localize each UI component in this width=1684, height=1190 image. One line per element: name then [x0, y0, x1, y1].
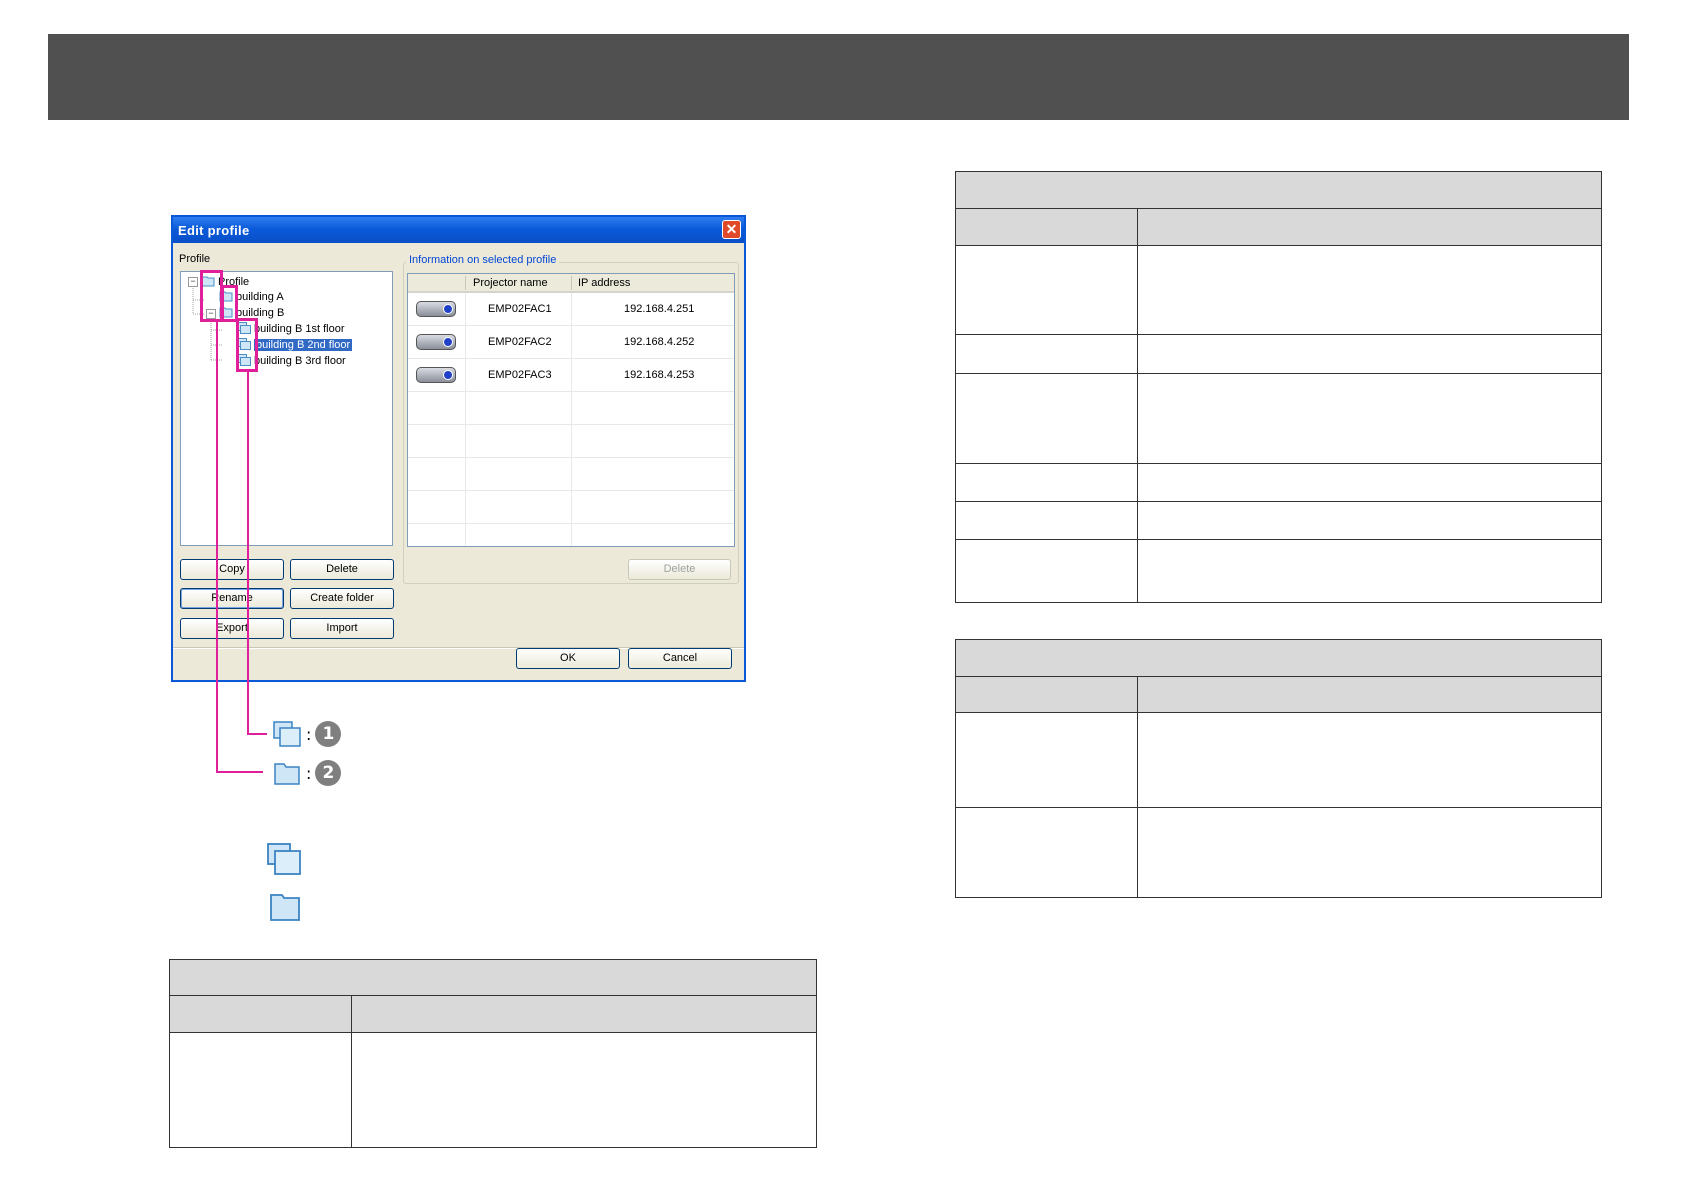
table-row	[955, 373, 1602, 464]
projector-icon	[416, 334, 456, 350]
column-header-projector-name[interactable]: Projector name	[473, 277, 548, 289]
table-title-row	[169, 959, 817, 996]
dialog-title: Edit profile	[178, 223, 250, 238]
table-header-row	[955, 208, 1602, 246]
table-title-row	[955, 639, 1602, 677]
edit-profile-dialog: Edit profile ✕ Profile − − Profile build…	[171, 215, 746, 682]
ok-button[interactable]: OK	[516, 648, 620, 669]
profile-label: Profile	[179, 253, 211, 265]
legend-item-2: :2	[272, 759, 342, 787]
table-row	[955, 501, 1602, 540]
table-row	[955, 807, 1602, 898]
delete-projector-button[interactable]: Delete	[628, 559, 731, 580]
tree-item-label: building B 2nd floor	[254, 339, 353, 351]
create-folder-button[interactable]: Create folder	[290, 588, 394, 609]
projector-list-header: Projector name IP address	[408, 274, 734, 293]
projector-icon	[416, 367, 456, 383]
callout-highlight-folders	[200, 270, 223, 322]
legend-item-1: :1	[272, 720, 342, 748]
table-row	[955, 245, 1602, 335]
callout-line-2-horizontal	[216, 771, 263, 773]
tree-item-label: building A	[236, 291, 284, 303]
table-header-row	[955, 676, 1602, 713]
table-row	[955, 539, 1602, 603]
column-header-ip-address[interactable]: IP address	[578, 277, 630, 289]
copy-button[interactable]: Copy	[180, 559, 284, 580]
callout-line-1-vertical	[247, 370, 249, 735]
folder-icon	[274, 763, 300, 785]
dialog-titlebar[interactable]: Edit profile ✕	[173, 217, 744, 243]
callout-number-1: 1	[315, 721, 342, 747]
table-title-row	[955, 171, 1602, 209]
table-row	[955, 712, 1602, 808]
legend-separator: :	[306, 763, 312, 783]
callout-highlight-group-folders	[236, 318, 258, 372]
right-table-bottom	[955, 639, 1602, 898]
selected-profile-info-label: Information on selected profile	[406, 254, 560, 266]
collapse-toggle-profile[interactable]: −	[188, 277, 198, 287]
group-folder-icon	[273, 721, 301, 747]
tree-item-label: building B 3rd floor	[254, 355, 346, 367]
ip-address-cell: 192.168.4.251	[624, 303, 695, 315]
projector-icon	[416, 301, 456, 317]
rename-button[interactable]: Rename	[180, 588, 284, 609]
group-folder-icon	[267, 843, 301, 875]
export-button[interactable]: Export	[180, 618, 284, 639]
table-row	[955, 463, 1602, 502]
table-row	[169, 1032, 817, 1148]
folder-icon	[270, 894, 300, 921]
import-button[interactable]: Import	[290, 618, 394, 639]
projector-name-cell: EMP02FAC2	[488, 336, 552, 348]
callout-highlight-building-a-b	[221, 285, 238, 322]
ip-address-cell: 192.168.4.252	[624, 336, 695, 348]
projector-name-cell: EMP02FAC3	[488, 369, 552, 381]
table-row	[955, 334, 1602, 374]
delete-button[interactable]: Delete	[290, 559, 394, 580]
close-button[interactable]: ✕	[722, 220, 741, 239]
tree-item-label: building B 1st floor	[254, 323, 345, 335]
projector-name-cell: EMP02FAC1	[488, 303, 552, 315]
table-header-row	[169, 995, 817, 1033]
projector-list[interactable]: Projector name IP address EMP02FAC1 192.…	[407, 273, 735, 547]
callout-line-1-horizontal	[247, 733, 267, 735]
legend-separator: :	[306, 724, 312, 744]
left-table	[169, 959, 817, 1148]
page-header-bar	[48, 34, 1629, 120]
ip-address-cell: 192.168.4.253	[624, 369, 695, 381]
right-table-top	[955, 171, 1602, 603]
callout-number-2: 2	[315, 760, 342, 786]
cancel-button[interactable]: Cancel	[628, 648, 732, 669]
callout-line-2-vertical	[216, 320, 218, 773]
